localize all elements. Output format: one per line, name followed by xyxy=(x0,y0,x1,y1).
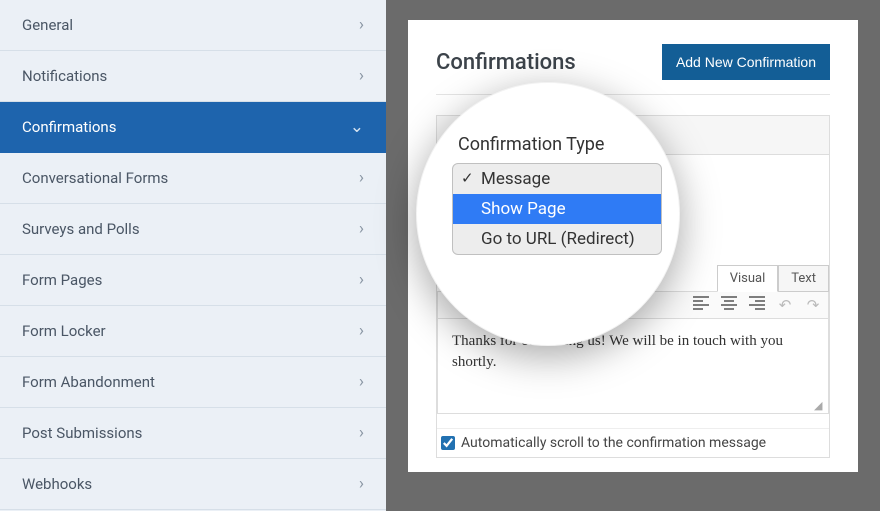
sidebar-item-form-pages[interactable]: Form Pages › xyxy=(0,255,386,306)
chevron-right-icon: › xyxy=(359,168,364,188)
align-left-icon[interactable] xyxy=(692,296,710,314)
dropdown-option-go-to-url[interactable]: Go to URL (Redirect) xyxy=(453,224,661,254)
tab-text[interactable]: Text xyxy=(778,265,829,292)
sidebar-item-form-locker[interactable]: Form Locker › xyxy=(0,306,386,357)
message-text: Thanks for contacting us! We will be in … xyxy=(452,333,783,370)
sidebar-item-post-submissions[interactable]: Post Submissions › xyxy=(0,408,386,459)
sidebar-item-label: Form Pages xyxy=(22,271,102,289)
sidebar-item-label: General xyxy=(22,16,73,34)
sidebar-item-general[interactable]: General › xyxy=(0,0,386,51)
add-new-confirmation-button[interactable]: Add New Confirmation xyxy=(662,44,830,80)
align-center-icon[interactable] xyxy=(720,296,738,314)
dropdown-option-show-page[interactable]: Show Page xyxy=(453,194,661,224)
chevron-right-icon: › xyxy=(359,423,364,443)
sidebar-item-label: Confirmations xyxy=(22,118,116,136)
checkmark-icon: ✓ xyxy=(461,169,474,187)
sidebar-item-surveys-polls[interactable]: Surveys and Polls › xyxy=(0,204,386,255)
option-label: Message xyxy=(481,169,550,189)
sidebar-item-label: Surveys and Polls xyxy=(22,220,140,238)
settings-sidebar: General › Notifications › Confirmations … xyxy=(0,0,386,511)
auto-scroll-label: Automatically scroll to the confirmation… xyxy=(461,435,766,451)
chevron-right-icon: › xyxy=(359,15,364,35)
sidebar-item-label: Form Abandonment xyxy=(22,373,155,391)
auto-scroll-row[interactable]: Automatically scroll to the confirmation… xyxy=(437,428,829,457)
chevron-right-icon: › xyxy=(359,66,364,86)
tab-visual[interactable]: Visual xyxy=(717,265,779,292)
sidebar-item-label: Post Submissions xyxy=(22,424,142,442)
sidebar-item-form-abandonment[interactable]: Form Abandonment › xyxy=(0,357,386,408)
chevron-right-icon: › xyxy=(359,372,364,392)
option-label: Show Page xyxy=(481,199,566,219)
confirmation-type-label: Confirmation Type xyxy=(452,116,670,163)
sidebar-item-confirmations[interactable]: Confirmations ⌄ xyxy=(0,102,386,153)
sidebar-item-label: Notifications xyxy=(22,67,107,85)
align-right-icon[interactable] xyxy=(748,296,766,314)
sidebar-item-notifications[interactable]: Notifications › xyxy=(0,51,386,102)
option-label: Go to URL (Redirect) xyxy=(481,229,635,249)
chevron-right-icon: › xyxy=(359,270,364,290)
confirmation-type-dropdown[interactable]: ✓ Message Show Page Go to URL (Redirect) xyxy=(452,163,662,255)
zoom-magnifier: Confirmation Type ✓ Message Show Page Go… xyxy=(416,82,680,346)
resize-handle-icon[interactable]: ◢ xyxy=(814,399,826,411)
sidebar-item-label: Webhooks xyxy=(22,475,92,493)
page-title: Confirmations xyxy=(436,50,576,75)
auto-scroll-checkbox[interactable] xyxy=(441,436,455,450)
chevron-right-icon: › xyxy=(359,321,364,341)
sidebar-item-label: Conversational Forms xyxy=(22,169,168,187)
redo-icon[interactable]: ↷ xyxy=(804,296,822,314)
sidebar-item-webhooks[interactable]: Webhooks › xyxy=(0,459,386,510)
chevron-right-icon: › xyxy=(359,219,364,239)
undo-icon[interactable]: ↶ xyxy=(776,296,794,314)
sidebar-item-label: Form Locker xyxy=(22,322,106,340)
card-header: Confirmations Add New Confirmation xyxy=(436,44,830,95)
chevron-right-icon: › xyxy=(359,474,364,494)
chevron-down-icon: ⌄ xyxy=(350,117,364,137)
dropdown-option-message[interactable]: ✓ Message xyxy=(453,164,661,194)
sidebar-item-conversational-forms[interactable]: Conversational Forms › xyxy=(0,153,386,204)
